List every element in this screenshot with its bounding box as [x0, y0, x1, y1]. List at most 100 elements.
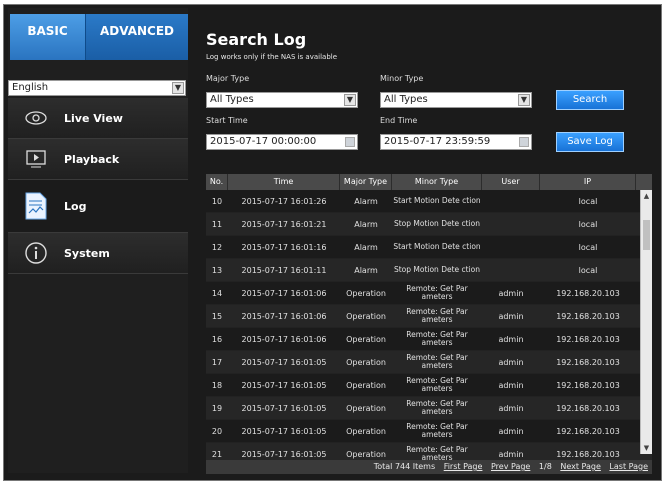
- cell-time: 2015-07-17 16:01:05: [241, 449, 327, 459]
- cell-major: Alarm: [354, 242, 378, 252]
- table-row[interactable]: 16 2015-07-17 16:01:06 Operation Remote:…: [206, 328, 652, 351]
- cell-major: Operation: [346, 288, 386, 298]
- end-time-label: End Time: [380, 116, 418, 125]
- cell-time: 2015-07-17 16:01:16: [241, 242, 327, 252]
- cell-major: Alarm: [354, 196, 378, 206]
- sidebar-nav: Live View Playback Log System: [8, 98, 194, 274]
- last-page-link[interactable]: Last Page: [609, 462, 648, 471]
- cell-no: 17: [211, 357, 223, 367]
- cell-minor: Start Motion Dete ction: [393, 243, 481, 251]
- table-row[interactable]: 17 2015-07-17 16:01:05 Operation Remote:…: [206, 351, 652, 374]
- cell-no: 18: [211, 380, 223, 390]
- table-row[interactable]: 15 2015-07-17 16:01:06 Operation Remote:…: [206, 305, 652, 328]
- sidebar-item-label: Live View: [64, 111, 123, 125]
- table-row[interactable]: 10 2015-07-17 16:01:26 Alarm Start Motio…: [206, 190, 652, 213]
- tab-basic[interactable]: BASIC: [10, 14, 86, 60]
- cell-ip: local: [578, 265, 598, 275]
- cell-time: 2015-07-17 16:01:06: [241, 334, 327, 344]
- language-select[interactable]: English ▼: [8, 80, 186, 96]
- cell-ip: 192.168.20.103: [556, 311, 620, 321]
- cell-no: 21: [211, 449, 223, 459]
- next-page-link[interactable]: Next Page: [560, 462, 601, 471]
- sidebar: BASIC ADVANCED English ▼ Live View Playb…: [8, 8, 194, 473]
- cell-ip: 192.168.20.103: [556, 357, 620, 367]
- column-header: Major Type: [340, 174, 392, 190]
- save-log-button[interactable]: Save Log: [556, 132, 624, 152]
- minor-type-value: All Types: [384, 94, 428, 105]
- sidebar-item-playback[interactable]: Playback: [8, 139, 188, 180]
- minor-type-select[interactable]: All Types ▼: [380, 92, 532, 108]
- table-row[interactable]: 20 2015-07-17 16:01:05 Operation Remote:…: [206, 420, 652, 443]
- cell-time: 2015-07-17 16:01:26: [241, 196, 327, 206]
- page-subtitle: Log works only if the NAS is available: [206, 53, 338, 61]
- table-scrollbar[interactable]: ▲ ▼: [640, 190, 652, 454]
- table-row[interactable]: 14 2015-07-17 16:01:06 Operation Remote:…: [206, 282, 652, 305]
- search-button[interactable]: Search: [556, 90, 624, 110]
- cell-major: Alarm: [354, 219, 378, 229]
- table-row[interactable]: 13 2015-07-17 16:01:11 Alarm Stop Motion…: [206, 259, 652, 282]
- cell-major: Alarm: [354, 265, 378, 275]
- table-header: No. Time Major Type Minor Type User IP: [206, 174, 652, 190]
- eye-icon: [8, 111, 64, 125]
- scrollbar-thumb[interactable]: [643, 220, 650, 250]
- start-time-field[interactable]: 2015-07-17 00:00:00: [206, 134, 358, 150]
- cell-user: admin: [498, 288, 524, 298]
- cell-minor: Start Motion Dete ction: [393, 197, 481, 205]
- end-time-value: 2015-07-17 23:59:59: [384, 136, 491, 147]
- document-icon: [8, 192, 64, 220]
- cell-user: admin: [498, 426, 524, 436]
- cell-minor: Remote: Get Par ameters: [406, 285, 468, 301]
- cell-major: Operation: [346, 426, 386, 436]
- column-header: User: [482, 174, 540, 190]
- column-header: Minor Type: [392, 174, 482, 190]
- sidebar-item-log[interactable]: Log: [8, 180, 194, 233]
- cell-no: 13: [211, 265, 223, 275]
- column-header: IP: [540, 174, 636, 190]
- cell-ip: 192.168.20.103: [556, 334, 620, 344]
- cell-no: 11: [211, 219, 223, 229]
- start-time-label: Start Time: [206, 116, 248, 125]
- prev-page-link[interactable]: Prev Page: [491, 462, 530, 471]
- cell-time: 2015-07-17 16:01:05: [241, 426, 327, 436]
- sidebar-item-system[interactable]: System: [8, 233, 188, 274]
- end-time-field[interactable]: 2015-07-17 23:59:59: [380, 134, 532, 150]
- table-row[interactable]: 12 2015-07-17 16:01:16 Alarm Start Motio…: [206, 236, 652, 259]
- chevron-up-icon[interactable]: ▲: [641, 192, 652, 200]
- cell-ip: 192.168.20.103: [556, 288, 620, 298]
- cell-time: 2015-07-17 16:01:05: [241, 380, 327, 390]
- chevron-down-icon[interactable]: ▼: [344, 94, 356, 106]
- cell-time: 2015-07-17 16:01:05: [241, 357, 327, 367]
- table-row[interactable]: 11 2015-07-17 16:01:21 Alarm Stop Motion…: [206, 213, 652, 236]
- cell-ip: 192.168.20.103: [556, 403, 620, 413]
- play-icon: [8, 150, 64, 168]
- chevron-down-icon[interactable]: ▼: [641, 444, 652, 452]
- cell-major: Operation: [346, 334, 386, 344]
- cell-minor: Remote: Get Par ameters: [406, 331, 468, 347]
- first-page-link[interactable]: First Page: [444, 462, 483, 471]
- mode-tabs: BASIC ADVANCED: [10, 14, 188, 60]
- calendar-icon[interactable]: [345, 137, 355, 147]
- sidebar-item-live-view[interactable]: Live View: [8, 98, 188, 139]
- cell-major: Operation: [346, 311, 386, 321]
- table-row[interactable]: 19 2015-07-17 16:01:05 Operation Remote:…: [206, 397, 652, 420]
- calendar-icon[interactable]: [519, 137, 529, 147]
- cell-minor: Remote: Get Par ameters: [406, 400, 468, 416]
- chevron-down-icon[interactable]: ▼: [172, 82, 184, 94]
- table-row[interactable]: 18 2015-07-17 16:01:05 Operation Remote:…: [206, 374, 652, 397]
- cell-minor: Remote: Get Par ameters: [406, 377, 468, 393]
- log-table: No. Time Major Type Minor Type User IP 1…: [206, 174, 652, 474]
- cell-time: 2015-07-17 16:01:06: [241, 288, 327, 298]
- sidebar-item-label: System: [64, 246, 110, 260]
- cell-ip: 192.168.20.103: [556, 380, 620, 390]
- cell-no: 19: [211, 403, 223, 413]
- major-type-value: All Types: [210, 94, 254, 105]
- major-type-select[interactable]: All Types ▼: [206, 92, 358, 108]
- cell-major: Operation: [346, 449, 386, 459]
- cell-minor: Stop Motion Dete ction: [393, 266, 481, 274]
- cell-minor: Stop Motion Dete ction: [393, 220, 481, 228]
- chevron-down-icon[interactable]: ▼: [518, 94, 530, 106]
- cell-no: 12: [211, 242, 223, 252]
- cell-ip: local: [578, 219, 598, 229]
- tab-advanced[interactable]: ADVANCED: [86, 14, 188, 60]
- total-items: Total 744 Items: [373, 462, 436, 471]
